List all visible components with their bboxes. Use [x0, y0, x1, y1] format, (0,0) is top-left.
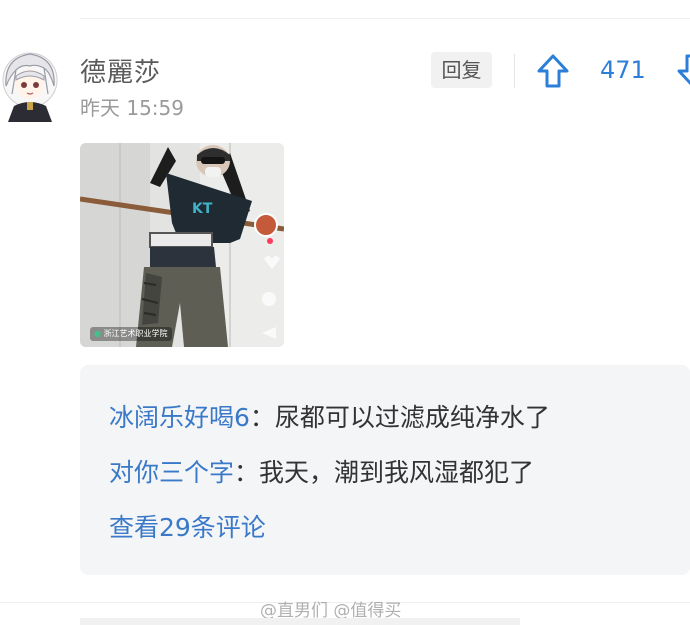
location-tag[interactable]: ● 浙江艺术职业学院 [90, 327, 172, 341]
timestamp: 昨天 15:59 [80, 96, 184, 120]
view-all-comments-link[interactable]: 查看29条评论 [109, 508, 266, 544]
comment-page: 德麗莎 昨天 15:59 回复 471 KT ● 浙江艺术职业学院 冰阔乐好喝6… [0, 0, 690, 625]
reply-author[interactable]: 冰阔乐好喝6 [109, 403, 250, 432]
avatar[interactable] [0, 48, 60, 122]
upvote-count: 471 [600, 56, 646, 84]
next-item-placeholder [80, 618, 520, 625]
location-pin-icon: ● [94, 329, 101, 338]
reply-separator: ： [249, 403, 275, 432]
reply-separator: ： [234, 458, 260, 487]
reply-button[interactable]: 回复 [431, 52, 492, 88]
top-divider [80, 18, 690, 19]
reply-item[interactable]: 对你三个字：我天，潮到我风湿都犯了 [109, 453, 534, 489]
down-arrow-icon[interactable] [676, 52, 690, 90]
up-arrow-icon[interactable] [536, 52, 570, 90]
reply-text: 尿都可以过滤成纯净水了 [274, 403, 550, 432]
video-frame-image: KT [80, 143, 284, 347]
location-label: 浙江艺术职业学院 [103, 329, 168, 338]
reply-preview-box[interactable]: 冰阔乐好喝6：尿都可以过滤成纯净水了 对你三个字：我天，潮到我风湿都犯了 查看2… [80, 365, 690, 575]
divider [514, 54, 515, 88]
reply-item[interactable]: 冰阔乐好喝6：尿都可以过滤成纯净水了 [109, 398, 550, 434]
video-thumbnail[interactable]: KT ● 浙江艺术职业学院 [80, 143, 284, 347]
reply-text: 我天，潮到我风湿都犯了 [259, 458, 535, 487]
username[interactable]: 德麗莎 [80, 52, 161, 89]
reply-author[interactable]: 对你三个字 [109, 458, 234, 487]
svg-text:KT: KT [192, 201, 213, 217]
